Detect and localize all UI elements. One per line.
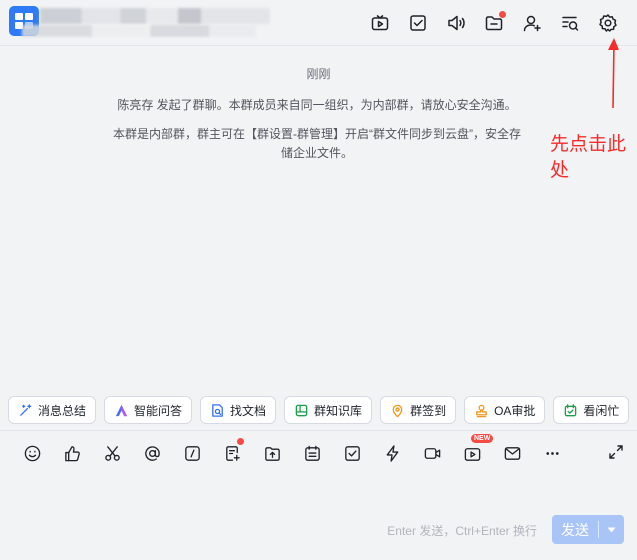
mention-icon[interactable] — [132, 442, 172, 464]
send-button[interactable]: 发送 — [552, 515, 624, 544]
send-button-label: 发送 — [561, 521, 589, 538]
search-history-icon[interactable] — [551, 11, 589, 35]
quick-action-availability[interactable]: 看闲忙 — [553, 396, 630, 424]
send-hint: Enter 发送，Ctrl+Enter 换行 — [387, 524, 537, 538]
mail-icon[interactable] — [492, 442, 532, 464]
quick-action-label: 找文档 — [230, 403, 267, 418]
quick-action-ai-qa[interactable]: 智能问答 — [104, 396, 193, 424]
lightning-icon[interactable] — [372, 442, 412, 464]
add-member-icon[interactable] — [513, 11, 551, 35]
new-doc-icon[interactable] — [212, 438, 252, 464]
quick-action-summary[interactable]: 消息总结 — [8, 396, 97, 424]
quick-action-find-doc[interactable]: 找文档 — [200, 396, 277, 424]
more-icon[interactable] — [532, 442, 572, 464]
emoji-icon[interactable] — [12, 442, 52, 464]
expand-editor-icon[interactable] — [607, 443, 625, 461]
calendar-check-icon — [565, 403, 577, 416]
annotation-arrow — [608, 38, 619, 109]
quick-actions-bar: 消息总结 智能问答 找文档 群知识库 群签到 OA审批 看闲忙 — [8, 396, 630, 424]
quick-action-label: OA审批 — [494, 403, 536, 418]
task-check-icon[interactable] — [332, 442, 372, 464]
message-time: 刚刚 — [306, 67, 331, 81]
upload-file-icon[interactable] — [252, 442, 292, 464]
scissors-icon[interactable] — [92, 442, 132, 464]
quick-action-label: 群知识库 — [314, 403, 363, 418]
quick-action-label: 消息总结 — [38, 403, 87, 418]
location-icon — [392, 404, 403, 417]
calendar-icon[interactable] — [292, 442, 332, 464]
group-info-redacted — [22, 25, 256, 37]
quick-action-knowledge[interactable]: 群知识库 — [284, 396, 373, 424]
new-badge: NEW — [471, 434, 494, 443]
slash-command-icon[interactable] — [172, 442, 212, 464]
quick-action-label: 智能问答 — [134, 403, 183, 418]
input-toolbar: NEW — [12, 434, 572, 464]
settings-icon[interactable] — [589, 11, 627, 35]
system-message-internal: 本群是内部群，群主可在【群设置-群管理】开启“群文件同步到云盘”，安全存储企业文… — [113, 127, 521, 160]
live-icon[interactable]: NEW — [452, 434, 494, 464]
doc-search-icon — [212, 403, 223, 417]
announcement-icon[interactable] — [437, 11, 475, 35]
group-name-redacted[interactable] — [40, 8, 270, 24]
quick-action-oa[interactable]: OA审批 — [464, 396, 546, 424]
knowledge-icon — [295, 404, 308, 416]
video-call-icon[interactable] — [412, 442, 452, 464]
todo-check-icon[interactable] — [399, 11, 437, 35]
system-message-created: 陈亮存 发起了群聊。本群成员来自同一组织，为内部群，请放心安全沟通。 — [117, 98, 517, 112]
quick-action-label: 群签到 — [410, 403, 447, 418]
folder-icon[interactable] — [475, 11, 513, 35]
annotation-text: 先点击此处 — [550, 134, 627, 181]
video-icon[interactable] — [361, 11, 399, 35]
thumbs-up-icon[interactable] — [52, 442, 92, 464]
stamp-icon — [476, 404, 487, 417]
notification-dot — [499, 11, 506, 18]
ai-icon — [115, 404, 128, 416]
quick-action-label: 看闲忙 — [583, 403, 620, 418]
quick-action-checkin[interactable]: 群签到 — [380, 396, 457, 424]
send-options-chevron-icon[interactable] — [599, 527, 624, 533]
toolbar-divider — [0, 430, 637, 431]
sparkle-icon — [20, 403, 32, 416]
notification-dot — [237, 438, 244, 445]
chat-header — [0, 0, 637, 46]
